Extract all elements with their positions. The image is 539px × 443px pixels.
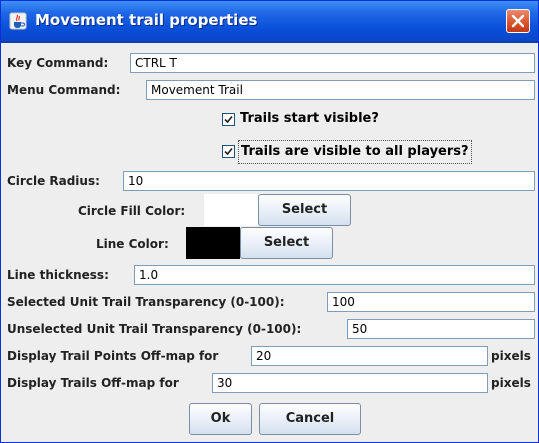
selected-transparency-field[interactable]: 100 (327, 292, 535, 312)
selected-transparency-label: Selected Unit Trail Transparency (0-100)… (7, 295, 285, 309)
properties-panel: Key Command: CTRL T Menu Command: Moveme… (6, 45, 535, 440)
circle-fill-color-label: Circle Fill Color: (78, 204, 186, 218)
unselected-transparency-field[interactable]: 50 (347, 319, 535, 339)
trails-start-visible-checkbox[interactable] (222, 113, 235, 126)
line-color-select-button[interactable]: Select (240, 227, 333, 259)
checkmark-icon (224, 147, 233, 156)
cancel-button[interactable]: Cancel (259, 403, 361, 435)
line-color-swatch (186, 227, 240, 259)
circle-fill-color-swatch (204, 194, 258, 226)
circle-fill-select-button[interactable]: Select (258, 194, 351, 226)
dialog-window: Movement trail properties Key Command: C… (0, 0, 539, 443)
trails-visible-all-checkbox[interactable] (222, 145, 235, 158)
circle-radius-field[interactable]: 10 (123, 171, 535, 191)
line-thickness-field[interactable]: 1.0 (134, 265, 535, 285)
close-button[interactable] (506, 9, 530, 33)
trail-points-offmap-field[interactable]: 20 (251, 346, 488, 366)
trail-points-offmap-label: Display Trail Points Off-map for (7, 349, 219, 363)
menu-command-field[interactable]: Movement Trail (146, 80, 535, 100)
menu-command-label: Menu Command: (7, 83, 121, 97)
title-bar[interactable]: Movement trail properties (1, 1, 538, 43)
circle-radius-label: Circle Radius: (7, 174, 100, 188)
unselected-transparency-label: Unselected Unit Trail Transparency (0-10… (7, 322, 302, 336)
window-title: Movement trail properties (35, 11, 258, 29)
checkmark-icon (224, 115, 233, 124)
key-command-label: Key Command: (7, 56, 109, 70)
line-color-label: Line Color: (96, 237, 169, 251)
key-command-field[interactable]: CTRL T (130, 53, 535, 73)
trails-offmap-label: Display Trails Off-map for (7, 376, 179, 390)
line-thickness-label: Line thickness: (7, 268, 109, 282)
trails-visible-all-label: Trails are visible to all players? (238, 140, 472, 164)
trails-offmap-unit: pixels (491, 376, 531, 390)
trails-start-visible-label: Trails start visible? (240, 111, 379, 126)
trails-offmap-field[interactable]: 30 (212, 373, 488, 393)
java-cup-icon (9, 12, 27, 30)
close-icon (511, 14, 525, 28)
trail-points-offmap-unit: pixels (491, 349, 531, 363)
ok-button[interactable]: Ok (189, 403, 252, 435)
